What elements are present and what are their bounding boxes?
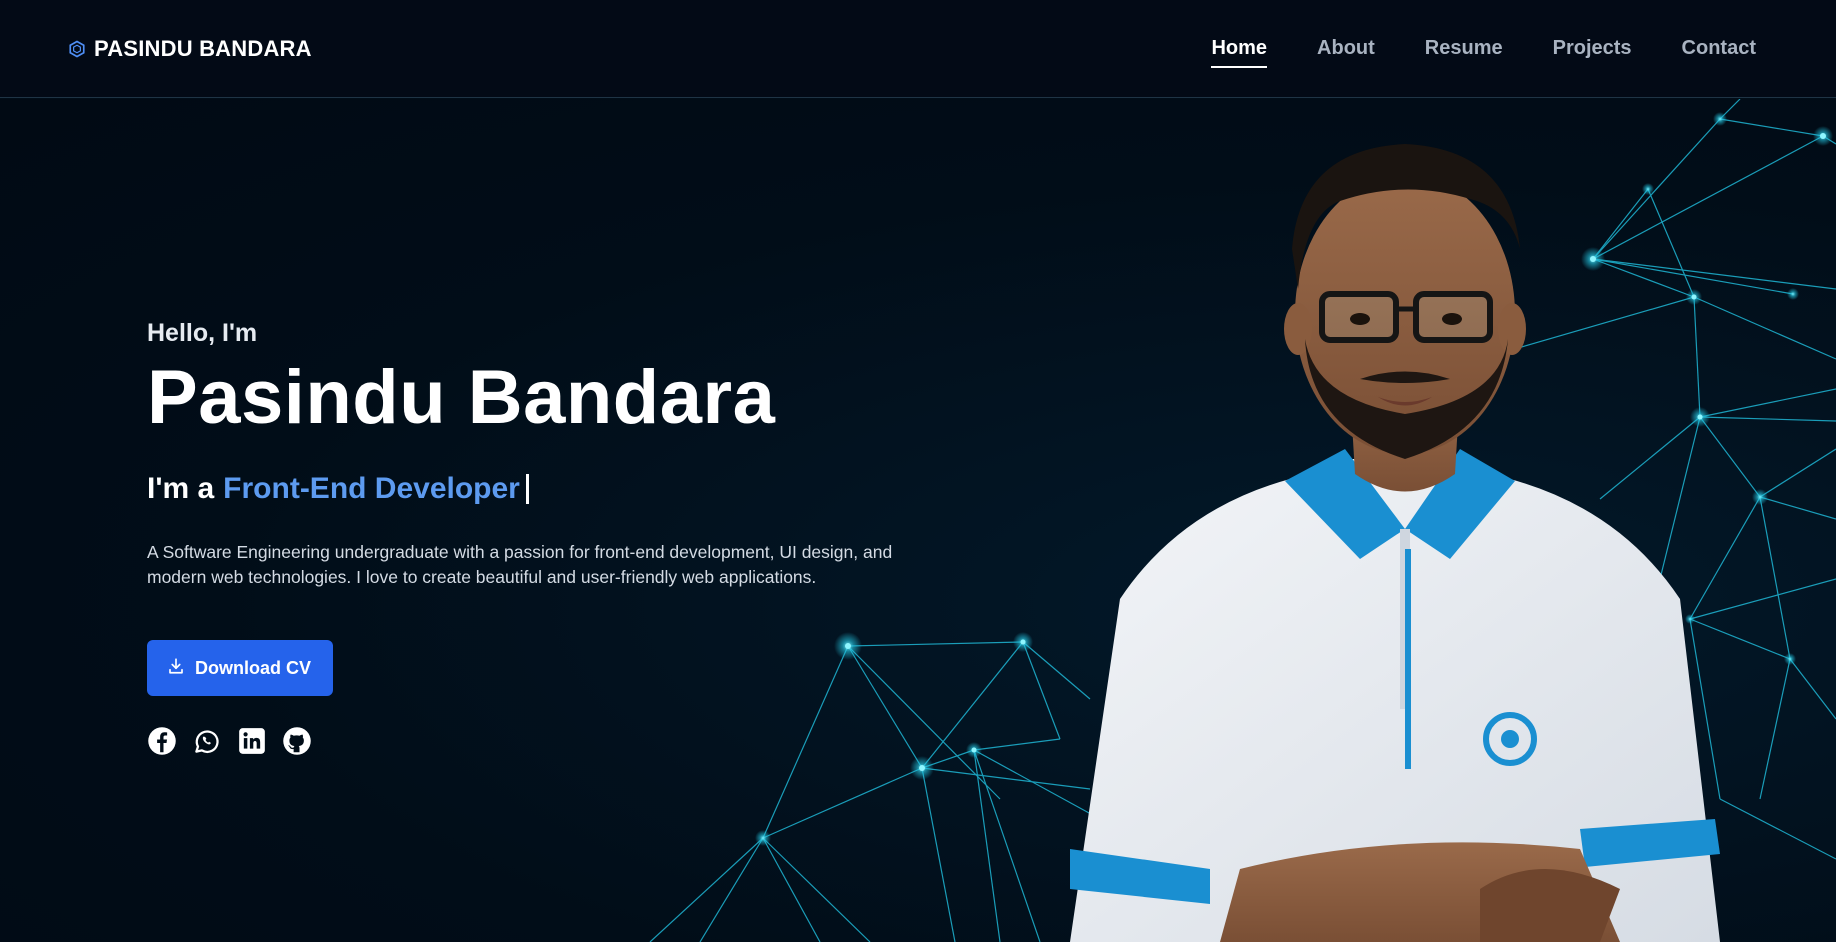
role-typed-text: Front-End Developer: [223, 471, 520, 505]
typing-cursor: [525, 473, 529, 504]
github-icon[interactable]: [282, 726, 312, 756]
nav-links: Home About Resume Projects Contact: [1211, 31, 1768, 68]
whatsapp-icon[interactable]: [192, 726, 222, 756]
linkedin-icon[interactable]: [237, 726, 267, 756]
hero-name: Pasindu Bandara: [147, 355, 776, 440]
hero-description: A Software Engineering undergraduate wit…: [147, 541, 893, 587]
download-icon: [167, 657, 185, 680]
greeting-text: Hello, I'm: [147, 319, 258, 347]
brand-logo[interactable]: PASINDU BANDARA: [68, 36, 312, 62]
hexagon-logo-icon: [68, 40, 86, 58]
hero-content: Hello, I'm Pasindu Bandara I'm a Front-E…: [147, 319, 947, 756]
brand-name: PASINDU BANDARA: [94, 35, 312, 61]
role-prefix: I'm a: [147, 471, 215, 505]
download-cv-label: Download CV: [195, 657, 311, 678]
nav-projects[interactable]: Projects: [1553, 31, 1632, 66]
hero-section: Hello, I'm Pasindu Bandara I'm a Front-E…: [0, 99, 1836, 942]
social-links: [147, 726, 947, 756]
navbar: PASINDU BANDARA Home About Resume Projec…: [0, 0, 1836, 98]
nav-home[interactable]: Home: [1211, 31, 1267, 68]
nav-contact[interactable]: Contact: [1682, 31, 1756, 66]
nav-resume[interactable]: Resume: [1425, 31, 1503, 66]
download-cv-button[interactable]: Download CV: [147, 640, 333, 697]
role-line: I'm a Front-End Developer: [147, 472, 947, 506]
facebook-icon[interactable]: [147, 726, 177, 756]
nav-about[interactable]: About: [1317, 31, 1375, 66]
profile-photo: [1070, 144, 1720, 942]
